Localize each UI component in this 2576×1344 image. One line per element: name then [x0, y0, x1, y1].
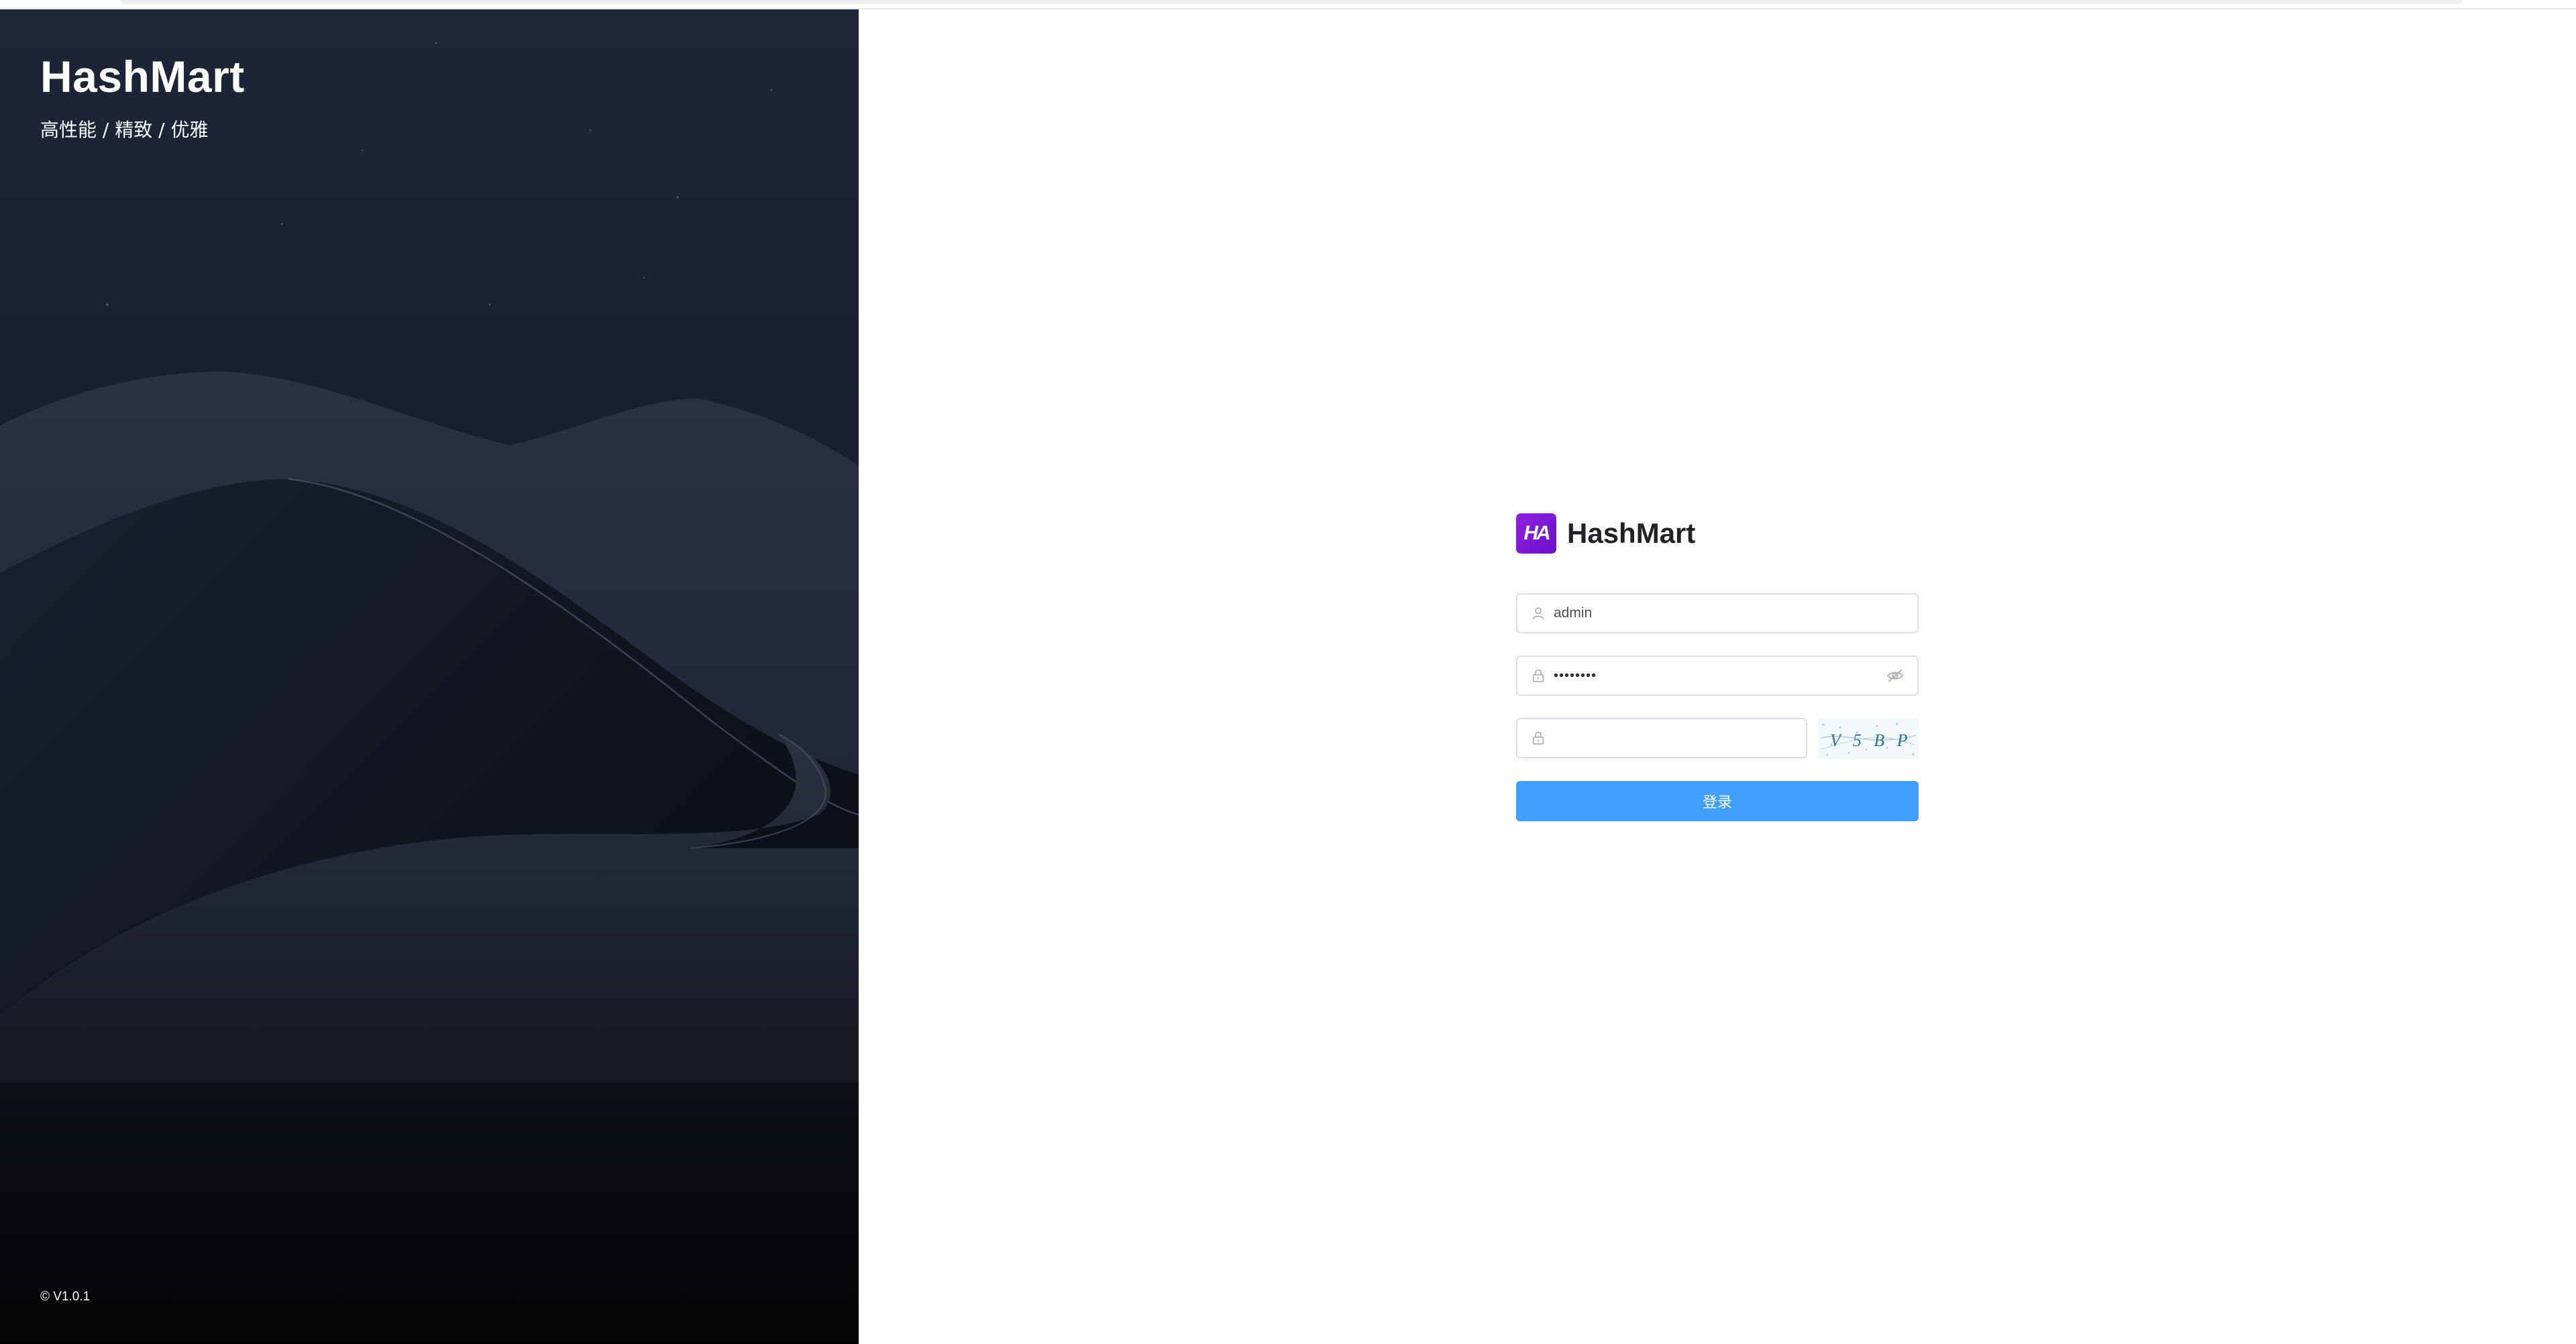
username-field[interactable]: admin: [1516, 593, 1919, 633]
captcha-input[interactable]: [1554, 725, 1806, 752]
captcha-graphic: V 5 B P: [1820, 723, 1917, 756]
top-scroll-track: [121, 0, 2462, 4]
username-value: admin: [1554, 605, 1593, 621]
login-title: HashMart: [1567, 517, 1696, 549]
login-form: HA HashMart admin •••••••• V 5 B P 登录: [1516, 513, 1919, 821]
lock-icon: [1532, 731, 1544, 745]
logo-icon: HA: [1516, 513, 1556, 554]
brand-title: HashMart: [40, 52, 245, 101]
browser-top-bar: [0, 0, 2576, 9]
login-button[interactable]: 登录: [1516, 781, 1919, 821]
captcha-field[interactable]: [1516, 718, 1807, 758]
user-icon: [1532, 607, 1544, 620]
desert-dunes-illustration: [0, 42, 859, 1344]
password-value: ••••••••: [1554, 668, 1597, 683]
version-label: © V1.0.1: [40, 1290, 91, 1304]
lock-icon: [1532, 669, 1544, 682]
password-field[interactable]: ••••••••: [1516, 656, 1919, 696]
captcha-text: V 5 B P: [1830, 731, 1912, 750]
brand-panel: HashMart 高性能 / 精致 / 优雅 © V1.0.1: [0, 9, 859, 1344]
login-header: HA HashMart: [1516, 513, 1919, 554]
brand-slogan: 高性能 / 精致 / 优雅: [40, 119, 209, 141]
captcha-image[interactable]: V 5 B P: [1818, 718, 1919, 760]
eye-icon[interactable]: [1886, 667, 1904, 684]
